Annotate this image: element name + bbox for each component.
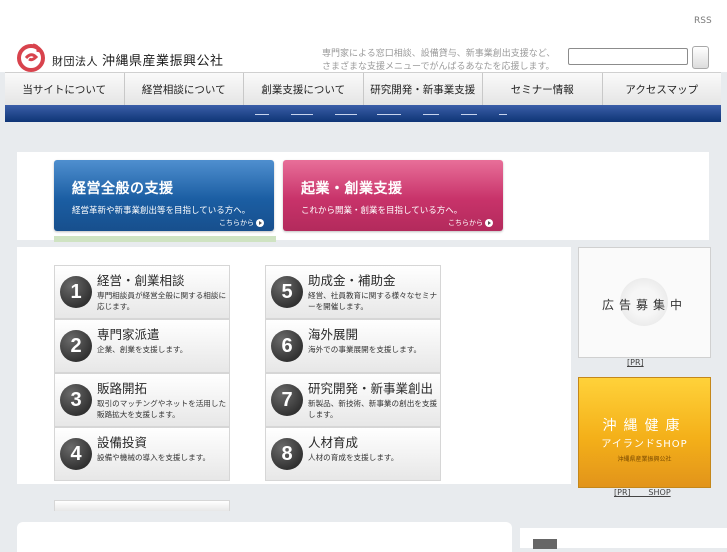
- service-desc: 新製品、新技術、新事業の創出を支援します。: [308, 399, 438, 419]
- banner-more-link[interactable]: こちらから: [219, 218, 264, 228]
- service-desc: 経営、社員教育に関する様々なセミナーを開催します。: [308, 291, 438, 311]
- panel-bottom-tab: [54, 500, 230, 511]
- banner-edge-strip: [54, 236, 276, 242]
- service-title: 助成金・補助金: [308, 273, 396, 288]
- search-button[interactable]: [692, 46, 709, 69]
- arrow-right-icon: [256, 219, 264, 227]
- sub-nav-dash: [377, 114, 401, 115]
- banner-title: 起業・創業支援: [301, 181, 403, 197]
- number-8-icon: 8: [271, 438, 303, 470]
- org-prefix: 財団法人: [52, 55, 98, 68]
- service-item-expert[interactable]: 2 専門家派遣 企業、創業を支援します。: [54, 319, 230, 373]
- sub-nav-dash: [255, 114, 269, 115]
- banner-more-label: こちらから: [219, 219, 254, 227]
- nav-item-rnd[interactable]: 研究開発・新事業支援: [364, 73, 483, 106]
- sub-nav-dash: [423, 114, 439, 115]
- service-desc: 設備や機械の導入を支援します。: [97, 453, 211, 462]
- service-title: 経営・創業相談: [97, 273, 185, 288]
- banner-business-support[interactable]: 経営全般の支援 経営革新や新事業創出等を目指している方へ。 こちらから: [54, 160, 274, 231]
- services-panel: 1 経営・創業相談 専門相談員が経営全般に関する相談に応じます。 2 専門家派遣…: [17, 247, 571, 484]
- service-desc: 専門相談員が経営全般に関する相談に応じます。: [97, 291, 227, 311]
- shop-title: 沖縄健康: [602, 418, 687, 434]
- service-title: 販路開拓: [97, 381, 148, 396]
- service-item-consultation[interactable]: 1 経営・創業相談 専門相談員が経営全般に関する相談に応じます。: [54, 265, 230, 319]
- hero-section: 経営全般の支援 経営革新や新事業創出等を目指している方へ。 こちらから 起業・創…: [17, 152, 709, 240]
- banner-startup-support[interactable]: 起業・創業支援 これから開業・創業を目指している方へ。 こちらから: [283, 160, 503, 231]
- service-title: 設備投資: [97, 435, 148, 450]
- section-icon: [533, 539, 557, 549]
- number-1-icon: 1: [60, 276, 92, 308]
- pr-link[interactable]: [PR]: [627, 358, 644, 367]
- site-header: RSS 財団法人 沖縄県産業振興公社 専門家による窓口相談、設備貸与、新事業創出支…: [0, 0, 727, 72]
- service-item-overseas[interactable]: 6 海外展開 海外での事業展開を支援します。: [265, 319, 441, 373]
- shop-subtitle: アイランドSHOP: [601, 439, 688, 450]
- nav-item-access[interactable]: アクセスマップ: [603, 73, 722, 106]
- number-6-icon: 6: [271, 330, 303, 362]
- sub-nav-dash: [291, 114, 313, 115]
- number-7-icon: 7: [271, 384, 303, 416]
- logo-icon[interactable]: [16, 42, 46, 72]
- rss-link[interactable]: RSS: [694, 16, 712, 26]
- org-name[interactable]: 財団法人 沖縄県産業振興公社: [52, 50, 224, 69]
- service-item-sales[interactable]: 3 販路開拓 取引のマッチングやネットを活用した販路拡大を支援します。: [54, 373, 230, 427]
- content-card: [17, 522, 512, 552]
- service-item-equipment[interactable]: 4 設備投資 設備や機械の導入を支援します。: [54, 427, 230, 481]
- nav-item-about[interactable]: 当サイトについて: [5, 73, 125, 106]
- banner-title: 経営全般の支援: [72, 181, 174, 197]
- sub-nav-dash: [499, 114, 507, 115]
- banner-desc: これから開業・創業を目指している方へ。: [301, 206, 463, 216]
- service-desc: 人材の育成を支援します。: [308, 453, 399, 462]
- service-item-grants[interactable]: 5 助成金・補助金 経営、社員教育に関する様々なセミナーを開催します。: [265, 265, 441, 319]
- service-desc: 海外での事業展開を支援します。: [308, 345, 422, 354]
- pr-shop-link[interactable]: [PR] SHOP: [614, 488, 671, 497]
- number-2-icon: 2: [60, 330, 92, 362]
- global-nav: 当サイトについて 経営相談について 創業支援について 研究開発・新事業支援 セミ…: [5, 72, 721, 107]
- sub-nav-dash: [461, 114, 477, 115]
- sub-nav-bar: [5, 105, 721, 122]
- number-3-icon: 3: [60, 384, 92, 416]
- nav-item-startup[interactable]: 創業支援について: [244, 73, 364, 106]
- number-4-icon: 4: [60, 438, 92, 470]
- ad-placeholder[interactable]: 広告募集中: [578, 247, 711, 358]
- ad-text: 広告募集中: [601, 298, 687, 312]
- arrow-right-icon: [485, 219, 493, 227]
- service-title: 海外展開: [308, 327, 359, 342]
- service-title: 専門家派遣: [97, 327, 160, 342]
- search-input[interactable]: [568, 48, 688, 65]
- nav-item-consultation[interactable]: 経営相談について: [125, 73, 244, 106]
- shop-org: 沖縄県産業振興公社: [617, 456, 672, 463]
- service-title: 人材育成: [308, 435, 359, 450]
- service-desc: 企業、創業を支援します。: [97, 345, 188, 354]
- service-item-rnd[interactable]: 7 研究開発・新事業創出 新製品、新技術、新事業の創出を支援します。: [265, 373, 441, 427]
- banner-more-label: こちらから: [448, 219, 483, 227]
- site-tagline: 専門家による窓口相談、設備貸与、新事業創出支援など、さまざまな支援メニューでがん…: [322, 49, 556, 72]
- nav-item-seminar[interactable]: セミナー情報: [483, 73, 603, 106]
- service-desc: 取引のマッチングやネットを活用した販路拡大を支援します。: [97, 399, 227, 419]
- service-title: 研究開発・新事業創出: [308, 381, 434, 396]
- service-item-hr[interactable]: 8 人材育成 人材の育成を支援します。: [265, 427, 441, 481]
- sub-nav-dash: [335, 114, 357, 115]
- banner-desc: 経営革新や新事業創出等を目指している方へ。: [72, 206, 251, 216]
- shop-banner[interactable]: 沖縄健康 アイランドSHOP 沖縄県産業振興公社: [578, 377, 711, 488]
- number-5-icon: 5: [271, 276, 303, 308]
- org-title: 沖縄県産業振興公社: [102, 54, 224, 69]
- banner-more-link[interactable]: こちらから: [448, 218, 493, 228]
